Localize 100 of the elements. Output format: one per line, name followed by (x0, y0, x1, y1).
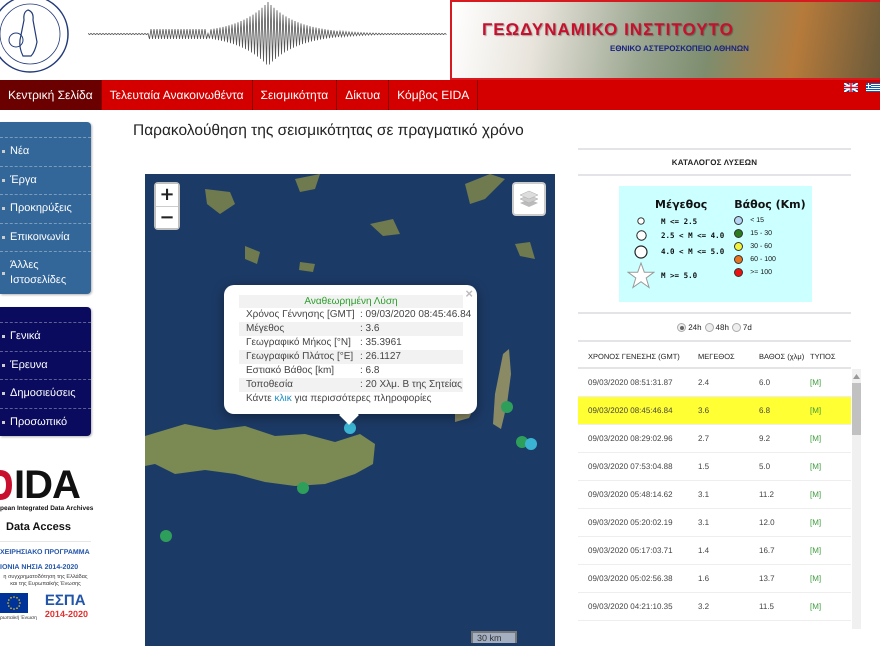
popup-label: Τοποθεσία (245, 378, 294, 392)
popup-value: : 26.1127 (359, 350, 402, 364)
scroll-thumb[interactable] (852, 383, 861, 435)
menu-item-label: Επικοινωνία (10, 230, 70, 245)
sidebar-menu-item[interactable]: Έργα (0, 166, 91, 194)
event-row[interactable]: 09/03/2020 08:45:46.84 3.6 6.8 [M] (578, 397, 851, 425)
espa-logo-text: ΕΣΠΑ (44, 593, 86, 609)
island-shape (515, 242, 535, 259)
table-cell-text: 5.0 (759, 462, 772, 471)
popup-title: Αναθεωρημένη Λύση (239, 295, 463, 308)
uk-flag-icon[interactable] (844, 83, 858, 92)
table-cell-text: 2.4 (698, 378, 710, 387)
table-cell-text: 09/03/2020 05:02:56.38 (588, 574, 674, 583)
radio-label: 24h (688, 323, 702, 332)
sidebar-menu-item[interactable]: Προκηρύξεις (0, 194, 91, 222)
popup-value: : 09/03/2020 08:45:46.84 (359, 308, 472, 322)
page-title: Παρακολούθηση της σεισμικότητας σε πραγματικό χρόνο (133, 122, 525, 141)
table-cell-text: 09/03/2020 05:48:14.62 (588, 490, 674, 499)
popup-value: : 3.6 (359, 322, 380, 336)
map-scale: 30 km (471, 631, 517, 643)
table-cell-text: [M] (810, 462, 822, 471)
sidebar-menu-item[interactable]: Νέα (0, 137, 91, 166)
period-radio[interactable]: 7d (732, 323, 752, 332)
island-shape (465, 174, 505, 204)
espa-years: 2014-2020 (44, 609, 88, 619)
popup-label: Εστιακό Βάθος [km] (245, 364, 336, 378)
popup-footer-text: Κάντε κλικ για περισσότερες πληροφορίες (245, 392, 432, 406)
bullet-icon (2, 420, 5, 424)
scrollbar[interactable] (852, 369, 861, 629)
period-radio[interactable]: 24h (677, 323, 702, 332)
small-circle-icon (637, 217, 645, 225)
table-cell-text: 12.0 (759, 518, 776, 527)
table-cell-text: 1.6 (698, 574, 710, 583)
institute-subtitle: ΕΘΝΙΚΟ ΑΣΤΕΡΟΣΚΟΠΕΙΟ ΑΘΗΝΩΝ (610, 44, 749, 53)
sidebar-menu-item[interactable]: Επικοινωνία (0, 222, 91, 251)
eida-arc-icon (0, 468, 14, 502)
bullet-icon (2, 272, 5, 274)
sidebar-menu-item[interactable]: Δημοσιεύσεις (0, 379, 91, 408)
sidebar-menu-item[interactable]: Έρευνα (0, 350, 91, 379)
menu-item-label: Δημοσιεύσεις (10, 386, 76, 402)
more-info-link[interactable]: κλικ (274, 393, 292, 404)
popup-label: Μέγεθος (245, 322, 286, 336)
radio-circle[interactable] (677, 323, 686, 332)
zoom-out-button[interactable]: − (156, 206, 178, 228)
bullet-icon (2, 150, 5, 154)
table-cell-text: 09/03/2020 05:20:02.19 (588, 518, 674, 527)
menu-item-label: Έργα (10, 172, 37, 188)
popup-value: : 35.3961 (359, 336, 403, 350)
earthquake-marker[interactable] (525, 438, 537, 450)
nav-tab[interactable]: Κεντρική Σελίδα (0, 80, 102, 110)
table-cell-text: 3.2 (698, 602, 710, 611)
table-cell-text: 16.7 (759, 546, 776, 555)
eida-logo-text: IDA (14, 465, 80, 505)
layers-button[interactable] (512, 182, 546, 216)
radio-circle[interactable] (704, 323, 714, 332)
table-cell-text: [M] (810, 406, 822, 415)
popup-value: : 6.8 (359, 364, 380, 378)
table-cell-text: 09/03/2020 07:53:04.88 (588, 462, 674, 471)
eu-flag-icon (0, 593, 28, 613)
nav-tab[interactable]: Σεισμικότητα (252, 80, 338, 110)
radio-label: 7d (742, 323, 752, 332)
earthquake-marker[interactable] (160, 530, 172, 542)
satellite-map[interactable] (145, 174, 555, 646)
sidebar-menu-item[interactable]: Άλλες Ιστοσελίδες (0, 251, 91, 294)
popup-label: Χρόνος Γέννησης [GMT] (245, 308, 353, 322)
bullet-icon (2, 392, 5, 396)
popup-label: Γεωγραφικό Πλάτος [°E] (245, 350, 353, 364)
radio-circle[interactable] (732, 323, 741, 332)
table-cell-text: [M] (810, 490, 822, 499)
earthquake-marker[interactable] (344, 422, 356, 434)
table-cell-text: 09/03/2020 08:29:02.96 (588, 434, 674, 443)
menu-item-label: Έρευνα (10, 358, 48, 373)
island-shape (245, 246, 260, 264)
period-radio[interactable]: 48h (704, 323, 729, 332)
data-access-label: Data Access (0, 512, 91, 542)
table-cell-text: 1.4 (698, 546, 710, 555)
table-cell-text: 3.1 (698, 518, 710, 527)
sidebar-menu-item[interactable]: Προσωπικό (0, 408, 91, 436)
nav-tab[interactable]: Δίκτυα (337, 80, 390, 110)
bullet-icon (2, 364, 5, 367)
sidebar-menu-item[interactable]: Γενικά (0, 322, 91, 350)
scroll-up-icon[interactable] (853, 374, 860, 379)
table-cell-text: 6.0 (759, 378, 772, 387)
table-cell-text: 11.5 (759, 602, 775, 611)
earthquake-marker[interactable] (501, 401, 513, 413)
table-cell-text: 09/03/2020 05:17:03.71 (588, 546, 674, 555)
table-cell-text: 2.7 (698, 434, 710, 443)
table-cell-text: [M] (810, 574, 822, 583)
table-cell-text: [M] (810, 378, 822, 387)
table-cell-text: [M] (810, 546, 822, 555)
popup-value: : 20 Χλμ. Β της Σητείας (359, 378, 463, 392)
menu-item-label: Γενικά (10, 329, 41, 344)
nav-tab[interactable]: Τελευταία Ανακοινωθέντα (102, 80, 253, 110)
menu-item-label: Προκηρύξεις (10, 201, 72, 216)
greek-flag-icon[interactable] (866, 83, 880, 92)
bullet-icon (2, 236, 5, 239)
menu-item-label: Νέα (10, 144, 30, 160)
nav-tab[interactable]: Κόμβος EIDA (389, 80, 478, 110)
bullet-icon (2, 207, 5, 210)
earthquake-marker[interactable] (297, 482, 309, 494)
